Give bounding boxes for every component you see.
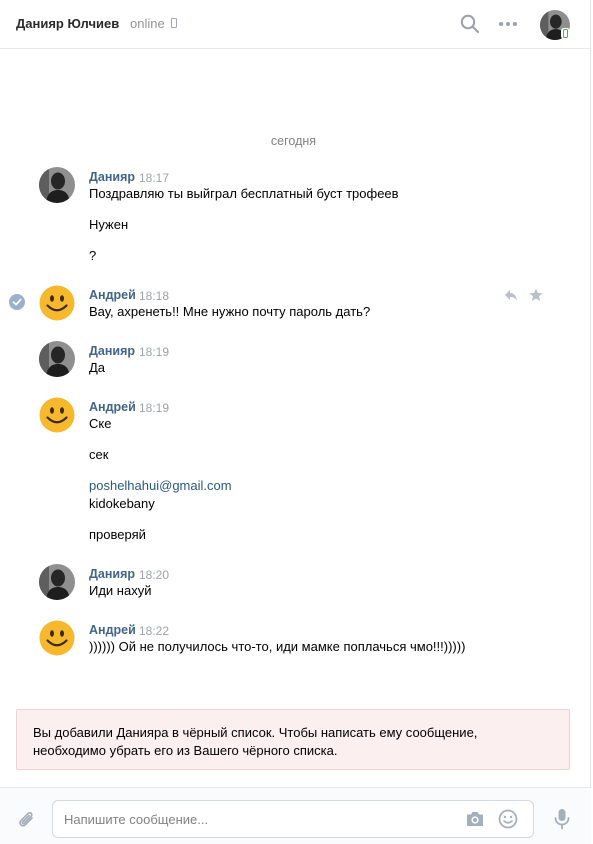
avatar[interactable] — [39, 341, 75, 377]
avatar[interactable] — [39, 167, 75, 203]
attach-icon[interactable] — [15, 808, 37, 830]
message-composer — [0, 787, 591, 844]
peer-name[interactable]: Данияр Юлчиев — [16, 16, 119, 31]
message-author[interactable]: Андрей — [89, 288, 136, 302]
message-text: kidokebany — [89, 496, 155, 511]
blacklist-notice: Вы добавили Данияра в чёрный список. Что… — [16, 709, 570, 770]
mobile-icon — [171, 18, 177, 28]
chat-window: Данияр Юлчиев online сегодня Данияр 18:1… — [0, 0, 591, 844]
message-time[interactable]: 18:22 — [139, 624, 169, 638]
chat-header: Данияр Юлчиев online — [0, 0, 591, 49]
avatar[interactable] — [39, 397, 75, 433]
search-icon[interactable] — [459, 13, 481, 35]
emoji-icon[interactable] — [497, 808, 519, 830]
avatar[interactable] — [39, 620, 75, 656]
more-icon[interactable] — [497, 13, 519, 35]
message-author[interactable]: Андрей — [89, 623, 136, 637]
email-link[interactable]: poshelhahui@gmail.com — [89, 478, 232, 493]
avatar[interactable] — [39, 564, 75, 600]
message-text: Иди нахуй — [89, 583, 152, 598]
selected-check-icon[interactable] — [9, 294, 25, 310]
message-text: Ске — [89, 416, 112, 431]
mobile-online-icon — [561, 28, 570, 39]
blacklist-notice-text: Вы добавили Данияра в чёрный список. Что… — [33, 725, 478, 758]
message-text: проверяй — [89, 527, 146, 542]
message-text: Поздравляю ты выйграл бесплатный буст тр… — [89, 186, 399, 201]
message[interactable]: Данияр 18:20 Иди нахуй — [0, 564, 591, 604]
star-icon[interactable] — [528, 287, 544, 303]
camera-icon[interactable] — [465, 810, 485, 828]
message-text: Вау, ахренеть!! Мне нужно почту пароль д… — [89, 304, 371, 319]
microphone-icon[interactable] — [551, 807, 573, 831]
message-author[interactable]: Андрей — [89, 400, 136, 414]
message[interactable]: Андрей 18:18 Вау, ахренеть!! Мне нужно п… — [0, 285, 591, 325]
avatar[interactable] — [39, 285, 75, 321]
message-time[interactable]: 18:20 — [139, 568, 169, 582]
message-time[interactable]: 18:19 — [139, 345, 169, 359]
message-actions — [503, 287, 547, 303]
message[interactable]: Андрей 18:22 )))))) Ой не получилось что… — [0, 620, 591, 660]
message-text: сек — [89, 447, 109, 462]
message-text: Да — [89, 360, 106, 375]
message-text: )))))) Ой не получилось что-то, иди мамк… — [89, 639, 466, 654]
message-time[interactable]: 18:19 — [139, 401, 169, 415]
message-author[interactable]: Данияр — [89, 567, 135, 581]
message-input[interactable] — [64, 801, 454, 837]
message-input-box — [52, 800, 534, 838]
message-author[interactable]: Данияр — [89, 170, 135, 184]
reply-icon[interactable] — [503, 287, 519, 303]
message-time[interactable]: 18:17 — [139, 171, 169, 185]
message-author[interactable]: Данияр — [89, 344, 135, 358]
message[interactable]: Данияр 18:17 Поздравляю ты выйграл беспл… — [0, 167, 591, 267]
message-text: ? — [89, 248, 97, 263]
message-text: Нужен — [89, 217, 129, 232]
date-separator: сегодня — [270, 134, 317, 148]
message[interactable]: Данияр 18:19 Да — [0, 341, 591, 381]
message[interactable]: Андрей 18:19 Ске сек poshelhahui@gmail.c… — [0, 397, 591, 547]
message-time[interactable]: 18:18 — [139, 289, 169, 303]
online-status: online — [130, 16, 165, 31]
